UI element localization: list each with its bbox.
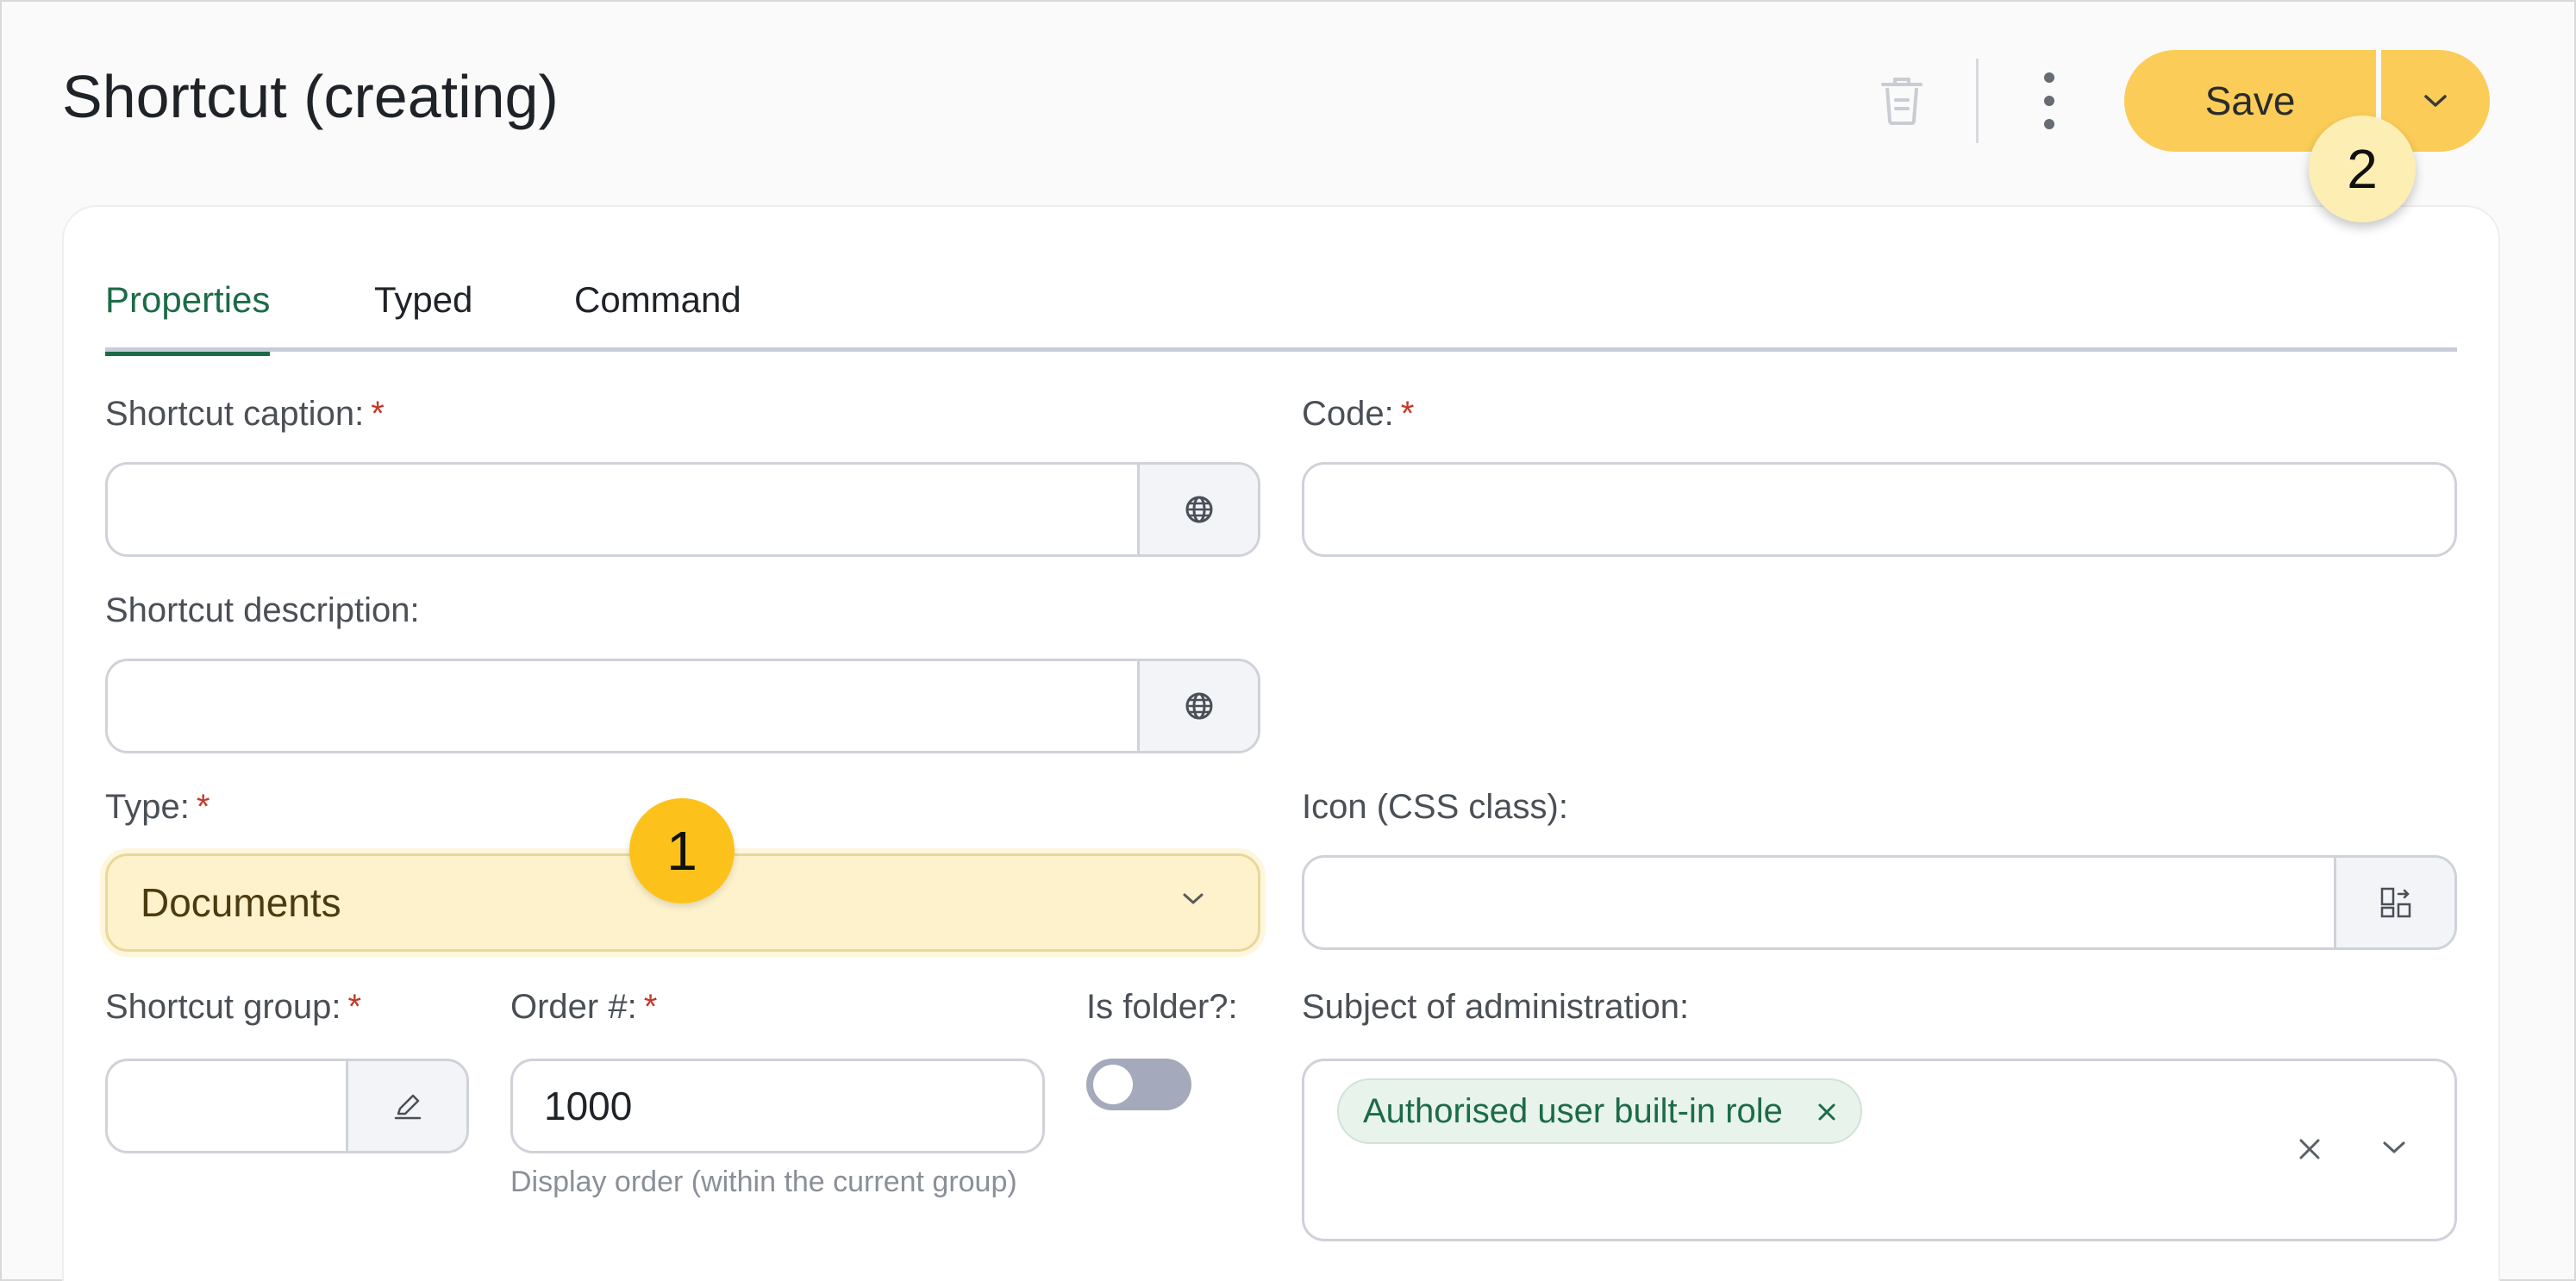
code-field <box>1302 462 2457 557</box>
tab-typed[interactable]: Typed <box>374 274 472 352</box>
shortcut-description-label: Shortcut description: <box>105 591 420 629</box>
globe-icon <box>1185 496 1212 523</box>
close-icon[interactable] <box>1814 1099 1840 1125</box>
subject-of-administration-select[interactable]: Authorised user built-in role <box>1302 1059 2457 1241</box>
caption-translate-button[interactable] <box>1137 465 1258 554</box>
shortcut-description-field <box>105 659 1260 753</box>
shortcut-group-edit-button[interactable] <box>346 1061 466 1151</box>
globe-icon <box>1185 692 1212 720</box>
code-label: Code: * <box>1302 395 1415 433</box>
shortcut-description-input[interactable] <box>108 661 1258 751</box>
subject-of-administration-label: Subject of administration: <box>1302 988 1690 1026</box>
shortcut-caption-field <box>105 462 1260 557</box>
pencil-icon <box>394 1094 421 1120</box>
chevron-down-icon[interactable] <box>2380 1139 2408 1158</box>
tab-command[interactable]: Command <box>574 274 741 352</box>
chevron-down-icon <box>2424 95 2447 107</box>
clear-selection-icon[interactable] <box>2294 1134 2325 1165</box>
shortcut-caption-label: Shortcut caption: * <box>105 395 385 433</box>
icon-picker-icon <box>2380 887 2410 918</box>
is-folder-toggle[interactable] <box>1086 1059 1191 1110</box>
trash-icon[interactable] <box>1878 74 1926 126</box>
order-label: Order #: * <box>510 988 658 1026</box>
icon-css-class-input[interactable] <box>1304 858 2454 947</box>
type-label: Type: * <box>105 788 210 826</box>
more-vertical-icon[interactable] <box>2036 72 2062 129</box>
code-input[interactable] <box>1304 465 2454 554</box>
tab-bar: Properties Typed Command <box>105 274 2457 356</box>
toggle-knob <box>1093 1065 1133 1104</box>
step-marker-2: 2 <box>2309 116 2416 222</box>
type-selected-value: Documents <box>141 880 341 925</box>
toolbar-divider <box>1976 59 1979 143</box>
shortcut-group-label: Shortcut group: * <box>105 988 362 1026</box>
tab-properties[interactable]: Properties <box>105 274 271 356</box>
chevron-down-icon <box>1183 893 1204 904</box>
subject-chip: Authorised user built-in role <box>1337 1078 1862 1144</box>
subject-chip-label: Authorised user built-in role <box>1363 1091 1783 1130</box>
description-translate-button[interactable] <box>1137 661 1258 751</box>
order-hint: Display order (within the current group) <box>510 1165 1017 1198</box>
is-folder-label: Is folder?: <box>1086 988 1238 1026</box>
order-input[interactable] <box>513 1061 1042 1151</box>
icon-css-class-field <box>1302 855 2457 950</box>
shortcut-caption-input[interactable] <box>108 465 1258 554</box>
order-field <box>510 1059 1045 1153</box>
icon-picker-button[interactable] <box>2334 858 2454 947</box>
icon-css-class-label: Icon (CSS class): <box>1302 788 1568 826</box>
page-title: Shortcut (creating) <box>62 63 559 130</box>
shortcut-group-field <box>105 1059 469 1153</box>
step-marker-1: 1 <box>629 798 735 903</box>
